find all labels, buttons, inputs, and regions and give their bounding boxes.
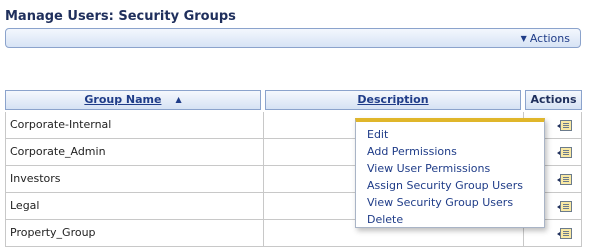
row-actions-icon[interactable] [557,201,572,212]
menu-item-assign-security-group-users[interactable]: Assign Security Group Users [356,177,544,194]
column-header-group-name[interactable]: Group Name ▲ [5,90,261,110]
row-actions-icon[interactable] [557,120,572,131]
column-header-description[interactable]: Description [265,90,521,110]
row-actions-menu: Edit Add Permissions View User Permissio… [355,118,545,228]
menu-item-view-user-permissions[interactable]: View User Permissions [356,160,544,177]
caret-down-icon: ▼ [520,34,527,43]
sort-ascending-icon: ▲ [175,95,182,104]
description-sort-link[interactable]: Description [357,93,428,106]
table-row[interactable]: Investors [5,166,263,193]
row-actions-icon[interactable] [557,228,572,239]
actions-label: Actions [529,32,570,45]
table-row[interactable]: Corporate-Internal [5,112,263,139]
table-row[interactable]: Property_Group [5,220,263,247]
page-title: Manage Users: Security Groups [5,9,236,24]
table-row[interactable]: Corporate_Admin [5,139,263,166]
table-row[interactable]: Legal [5,193,263,220]
menu-item-edit[interactable]: Edit [356,126,544,143]
column-header-actions: Actions [525,90,582,110]
menu-item-delete[interactable]: Delete [356,211,544,228]
group-name-sort-link[interactable]: Group Name [84,93,161,106]
menu-item-add-permissions[interactable]: Add Permissions [356,143,544,160]
row-actions-icon[interactable] [557,174,572,185]
menu-item-view-security-group-users[interactable]: View Security Group Users [356,194,544,211]
row-actions-icon[interactable] [557,147,572,158]
actions-dropdown-button[interactable]: ▼ Actions [521,32,570,45]
actions-toolbar: ▼ Actions [5,28,581,48]
